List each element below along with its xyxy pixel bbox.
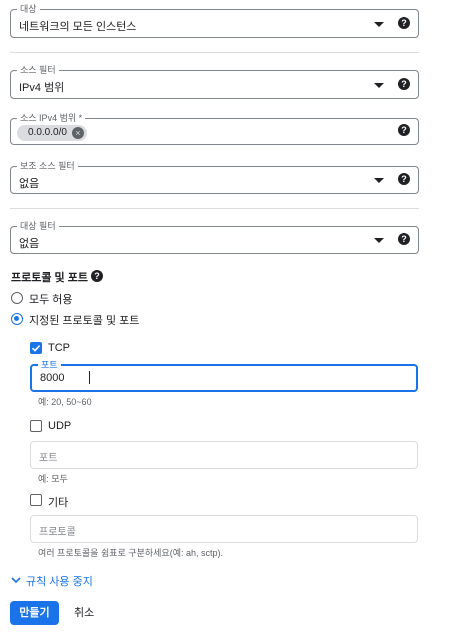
help-icon[interactable]: ? — [398, 17, 410, 29]
target-label: 대상 — [17, 3, 40, 15]
specified-protocols-label: 지정된 프로토콜 및 포트 — [29, 315, 140, 327]
secondary-source-filter-value: 없음 — [19, 178, 40, 190]
tcp-ports-input[interactable]: 포트 8000 — [30, 359, 418, 392]
help-icon[interactable]: ? — [398, 124, 410, 136]
chevron-down-icon — [374, 83, 384, 88]
help-icon[interactable]: ? — [398, 173, 410, 185]
other-protocols-input[interactable]: 프로토콜 — [30, 515, 418, 543]
secondary-source-filter-label: 보조 소스 필터 — [17, 160, 78, 172]
create-button[interactable]: 만들기 — [10, 601, 59, 625]
chevron-down-icon — [374, 178, 384, 183]
source-ipv4-ranges-label: 소스 IPv4 범위 * — [17, 112, 86, 124]
udp-ports-input[interactable]: 포트 — [30, 441, 418, 469]
destination-filter-select[interactable]: 대상 필터 없음 — [10, 220, 419, 254]
other-label: 기타 — [48, 497, 69, 509]
tcp-ports-label: 포트 — [38, 359, 61, 371]
tcp-ports-value: 8000 — [40, 372, 65, 384]
target-select[interactable]: 대상 네트워크의 모든 인스턴스 — [10, 3, 419, 38]
other-protocols-placeholder: 프로토콜 — [39, 527, 76, 538]
tcp-checkbox[interactable] — [30, 342, 42, 354]
other-checkbox[interactable] — [30, 494, 42, 506]
target-value: 네트워크의 모든 인스턴스 — [19, 21, 137, 33]
tcp-label: TCP — [48, 342, 70, 354]
chevron-down-icon — [11, 577, 21, 584]
other-protocols-hint: 여러 프로토콜을 쉼표로 구분하세요(예: ah, sctp). — [38, 548, 223, 558]
cancel-button[interactable]: 취소 — [74, 601, 94, 625]
chevron-down-icon — [374, 238, 384, 243]
tcp-ports-hint: 예: 20, 50~60 — [38, 397, 92, 407]
check-icon — [31, 345, 41, 352]
disable-rule-label: 규칙 사용 중지 — [26, 576, 93, 588]
help-icon[interactable]: ? — [398, 233, 410, 245]
source-filter-value: IPv4 범위 — [19, 82, 65, 94]
source-filter-label: 소스 필터 — [17, 64, 59, 76]
text-cursor — [89, 371, 90, 384]
help-icon[interactable]: ? — [398, 78, 410, 90]
source-filter-select[interactable]: 소스 필터 IPv4 범위 — [10, 64, 419, 99]
close-icon[interactable]: × — [71, 127, 84, 139]
udp-ports-placeholder: 포트 — [39, 453, 58, 464]
udp-ports-hint: 예: 모두 — [38, 474, 68, 484]
chevron-down-icon — [374, 22, 384, 27]
source-ipv4-ranges-field[interactable]: 소스 IPv4 범위 * 0.0.0.0/0 × — [10, 112, 419, 145]
ip-range-chip[interactable]: 0.0.0.0/0 × — [17, 125, 87, 141]
destination-filter-value: 없음 — [19, 238, 40, 250]
ip-range-chip-label: 0.0.0.0/0 — [28, 127, 67, 138]
specified-protocols-radio[interactable] — [11, 313, 23, 325]
divider — [10, 52, 419, 53]
secondary-source-filter-select[interactable]: 보조 소스 필터 없음 — [10, 160, 419, 194]
udp-label: UDP — [48, 420, 72, 432]
divider — [10, 208, 419, 209]
help-icon[interactable]: ? — [91, 270, 103, 282]
destination-filter-label: 대상 필터 — [17, 220, 59, 232]
protocols-title: 프로토콜 및 포트 — [11, 272, 88, 284]
allow-all-label: 모두 허용 — [29, 294, 73, 306]
allow-all-radio[interactable] — [11, 292, 23, 304]
udp-checkbox[interactable] — [30, 420, 42, 432]
